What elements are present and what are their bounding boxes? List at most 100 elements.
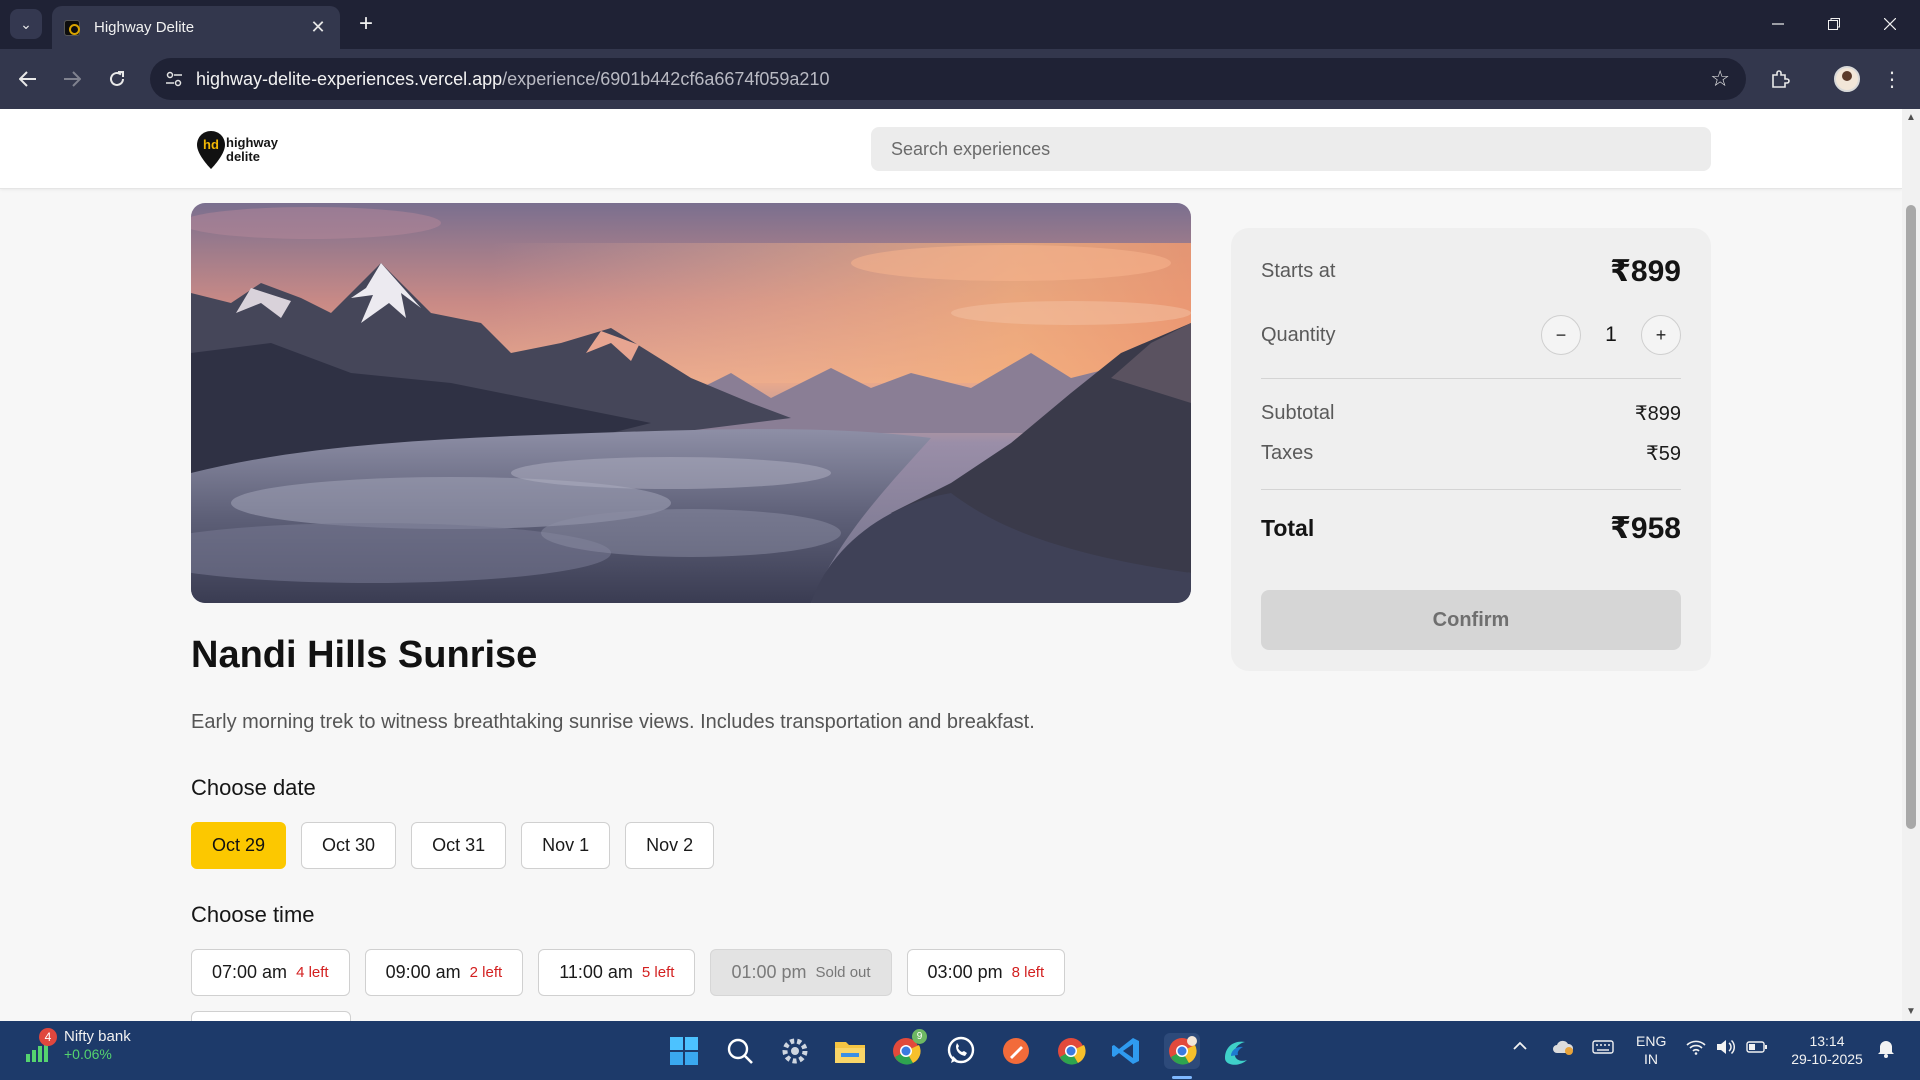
choose-date-label: Choose date — [191, 775, 316, 800]
reload-button[interactable] — [101, 63, 133, 95]
time-slot-time: 11:00 am — [559, 962, 633, 982]
volume-tray-icon[interactable] — [1716, 1039, 1736, 1060]
svg-text:hd: hd — [203, 137, 219, 152]
time-slot-time: 07:00 am — [212, 962, 288, 982]
taskbar-chrome-profile[interactable]: 9 — [888, 1029, 927, 1069]
taskbar-chrome-active[interactable] — [1164, 1033, 1200, 1069]
vscode-icon — [1112, 1038, 1139, 1064]
taskbar-vscode[interactable] — [1108, 1033, 1144, 1069]
onedrive-tray-icon[interactable] — [1552, 1039, 1574, 1060]
taskbar-settings-app[interactable] — [777, 1033, 813, 1069]
time-option[interactable]: 07:00 am 4 left — [191, 949, 350, 996]
restore-window-button[interactable] — [1814, 8, 1854, 40]
date-option[interactable]: Nov 1 — [521, 822, 611, 869]
scroll-down-icon[interactable]: ▼ — [1906, 1007, 1916, 1017]
date-option[interactable]: Oct 29 — [191, 822, 287, 869]
choose-time-label: Choose time — [191, 902, 315, 927]
address-bar[interactable]: highway-delite-experiences.vercel.app/ex… — [150, 58, 1746, 100]
taskbar-whatsapp[interactable] — [943, 1033, 979, 1069]
show-hidden-icons-button[interactable] — [1512, 1038, 1528, 1059]
time-slot-time: 09:00 am — [385, 962, 461, 982]
experience-hero-image — [191, 203, 1191, 603]
windows-start-button[interactable] — [666, 1033, 702, 1069]
wifi-icon — [1686, 1040, 1706, 1055]
battery-icon — [1746, 1041, 1767, 1053]
battery-tray-icon[interactable] — [1746, 1040, 1768, 1059]
chevron-down-icon: ⌄ — [20, 15, 32, 32]
tab-search-button[interactable]: ⌄ — [10, 9, 42, 39]
bell-icon — [1878, 1041, 1894, 1058]
quantity-value: 1 — [1605, 323, 1617, 346]
subtotal-label: Subtotal — [1261, 402, 1335, 424]
summary-divider — [1261, 378, 1681, 379]
minimize-window-button[interactable] — [1758, 8, 1798, 40]
date-option[interactable]: Nov 2 — [625, 822, 715, 869]
clock[interactable]: 13:14 29-10-2025 — [1782, 1032, 1872, 1068]
notifications-button[interactable] — [1876, 1038, 1896, 1063]
search-input[interactable] — [891, 138, 1711, 160]
taskbar-edge-app[interactable] — [1218, 1033, 1254, 1069]
taskbar-search-button[interactable] — [722, 1033, 758, 1069]
date-options: Oct 29 Oct 30 Oct 31 Nov 1 Nov 2 — [191, 822, 715, 869]
region-code: IN — [1644, 1051, 1658, 1067]
wifi-tray-icon[interactable] — [1686, 1039, 1706, 1060]
scroll-up-icon[interactable]: ▲ — [1906, 113, 1916, 123]
increase-quantity-button[interactable]: + — [1641, 315, 1681, 355]
reload-icon — [110, 71, 124, 86]
search-box[interactable] — [871, 127, 1711, 171]
url-text[interactable]: highway-delite-experiences.vercel.app/ex… — [196, 69, 829, 90]
taskbar-postman[interactable] — [998, 1033, 1034, 1069]
new-tab-button[interactable]: + — [352, 10, 380, 38]
starts-at-row: Starts at ₹899 — [1261, 254, 1681, 289]
clock-time: 13:14 — [1809, 1033, 1845, 1049]
time-option[interactable]: 03:00 pm 8 left — [906, 949, 1066, 996]
cloud-icon — [1553, 1040, 1574, 1055]
forward-button[interactable] — [56, 63, 88, 95]
arrow-right-icon — [64, 71, 81, 87]
puzzle-icon — [1772, 70, 1790, 88]
site-info-button[interactable] — [154, 63, 194, 95]
minimize-icon — [1772, 23, 1784, 25]
date-option[interactable]: Oct 31 — [411, 822, 507, 869]
close-window-button[interactable] — [1870, 8, 1910, 40]
widget-change: +0.06% — [64, 1046, 112, 1062]
scrollbar-thumb[interactable] — [1906, 205, 1916, 829]
arrow-left-icon — [19, 71, 36, 87]
taskbar-chrome[interactable] — [1053, 1033, 1089, 1069]
profile-avatar — [1834, 66, 1860, 92]
time-slot-availability: Sold out — [815, 964, 871, 981]
starts-at-price: ₹899 — [1610, 255, 1681, 288]
browser-tab-active[interactable]: Highway Delite ✕ — [52, 6, 340, 49]
taxes-label: Taxes — [1261, 442, 1314, 464]
taskbar-file-explorer[interactable] — [832, 1033, 868, 1069]
market-widget[interactable]: 4 Nifty bank +0.06% — [24, 1027, 131, 1063]
decrease-quantity-button[interactable]: − — [1541, 315, 1581, 355]
profile-button[interactable] — [1831, 63, 1863, 95]
logo-text-line1: highway — [226, 135, 279, 150]
back-button[interactable] — [12, 63, 44, 95]
site-logo[interactable]: hd highway delite — [196, 130, 278, 170]
keyboard-tray-icon[interactable] — [1592, 1039, 1614, 1060]
active-app-indicator — [1172, 1076, 1192, 1079]
widget-notification-badge: 4 — [39, 1028, 57, 1046]
date-option[interactable]: Oct 30 — [301, 822, 397, 869]
browser-menu-button[interactable]: ⋮ — [1876, 63, 1908, 95]
confirm-button[interactable]: Confirm — [1261, 590, 1681, 650]
extensions-button[interactable] — [1764, 63, 1796, 95]
language-indicator[interactable]: ENG IN — [1636, 1032, 1666, 1068]
close-tab-icon[interactable]: ✕ — [308, 17, 328, 38]
subtotal-row: Subtotal ₹899 — [1261, 401, 1681, 426]
starts-at-label: Starts at — [1261, 260, 1336, 282]
page-scrollbar[interactable]: ▲ ▼ — [1902, 109, 1920, 1021]
bookmark-star-icon[interactable]: ☆ — [1710, 66, 1730, 92]
taxes-value: ₹59 — [1646, 443, 1681, 465]
time-option[interactable]: 09:00 am 2 left — [364, 949, 524, 996]
close-icon — [1884, 18, 1896, 30]
subtotal-value: ₹899 — [1634, 403, 1681, 425]
time-slot-time: 03:00 pm — [927, 962, 1003, 982]
widget-title: Nifty bank — [64, 1028, 131, 1045]
time-option[interactable]: 11:00 am 5 left — [538, 949, 696, 996]
total-label: Total — [1261, 515, 1315, 541]
time-option-partial[interactable] — [191, 1011, 351, 1021]
chrome-notification-badge: 9 — [912, 1029, 927, 1044]
